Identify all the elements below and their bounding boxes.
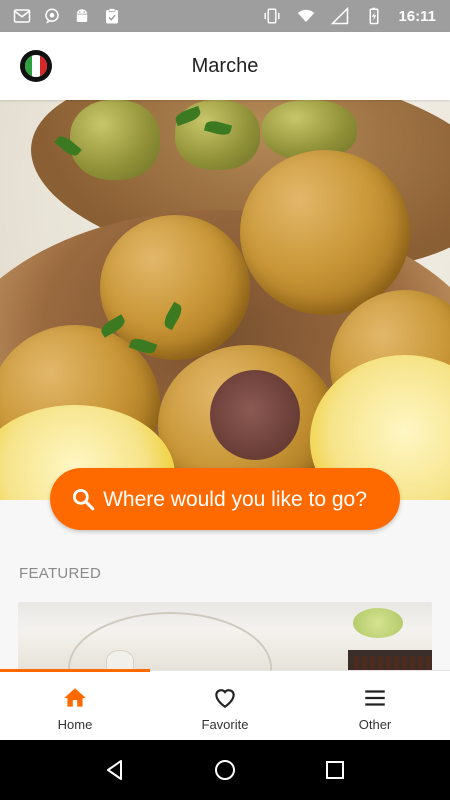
search-label: Where would you like to go? — [103, 487, 367, 511]
featured-card-plant — [353, 608, 403, 638]
search-icon — [70, 486, 96, 512]
android-icon — [72, 7, 92, 25]
featured-card-shelf — [348, 650, 432, 672]
nav-other[interactable]: Other — [300, 671, 450, 741]
clipboard-icon — [102, 7, 122, 25]
nav-home[interactable]: Home — [0, 671, 150, 741]
heart-icon — [212, 685, 238, 711]
hero-olive-ball — [240, 150, 410, 315]
back-icon[interactable] — [103, 758, 127, 782]
status-bar: 16:11 — [0, 0, 450, 32]
home-icon — [62, 685, 88, 711]
status-time: 16:11 — [398, 7, 436, 25]
home-circle-icon[interactable] — [213, 758, 237, 782]
wifi-icon — [296, 7, 316, 25]
hero-olive — [70, 100, 160, 180]
notification-icons — [0, 7, 122, 25]
featured-heading: FEATURED — [19, 565, 102, 582]
nav-favorite-label: Favorite — [201, 716, 249, 732]
italy-flag-logo-icon[interactable] — [20, 50, 52, 82]
menu-icon — [362, 685, 388, 711]
featured-card-lamp — [106, 650, 134, 670]
hero-olive-ball-filling — [210, 370, 300, 460]
gmail-icon — [12, 7, 32, 25]
app-bar: Marche — [0, 32, 450, 100]
signal-icon — [330, 6, 350, 25]
hero-image — [0, 100, 450, 500]
nav-favorite[interactable]: Favorite — [150, 671, 300, 741]
recents-icon[interactable] — [323, 758, 347, 782]
nav-home-label: Home — [57, 716, 93, 732]
featured-card-lamp-arc — [68, 612, 272, 672]
bottom-navigation: Home Favorite Other — [0, 669, 450, 741]
active-tab-indicator — [0, 669, 150, 672]
page-title: Marche — [191, 54, 259, 77]
chat-icon — [42, 7, 62, 25]
featured-card[interactable] — [18, 602, 432, 672]
battery-charging-icon — [364, 7, 384, 25]
nav-other-label: Other — [358, 716, 392, 732]
system-status-icons: 16:11 — [262, 6, 450, 25]
system-navigation-bar — [0, 740, 450, 800]
vibrate-icon — [262, 7, 282, 25]
search-button[interactable]: Where would you like to go? — [50, 468, 400, 530]
